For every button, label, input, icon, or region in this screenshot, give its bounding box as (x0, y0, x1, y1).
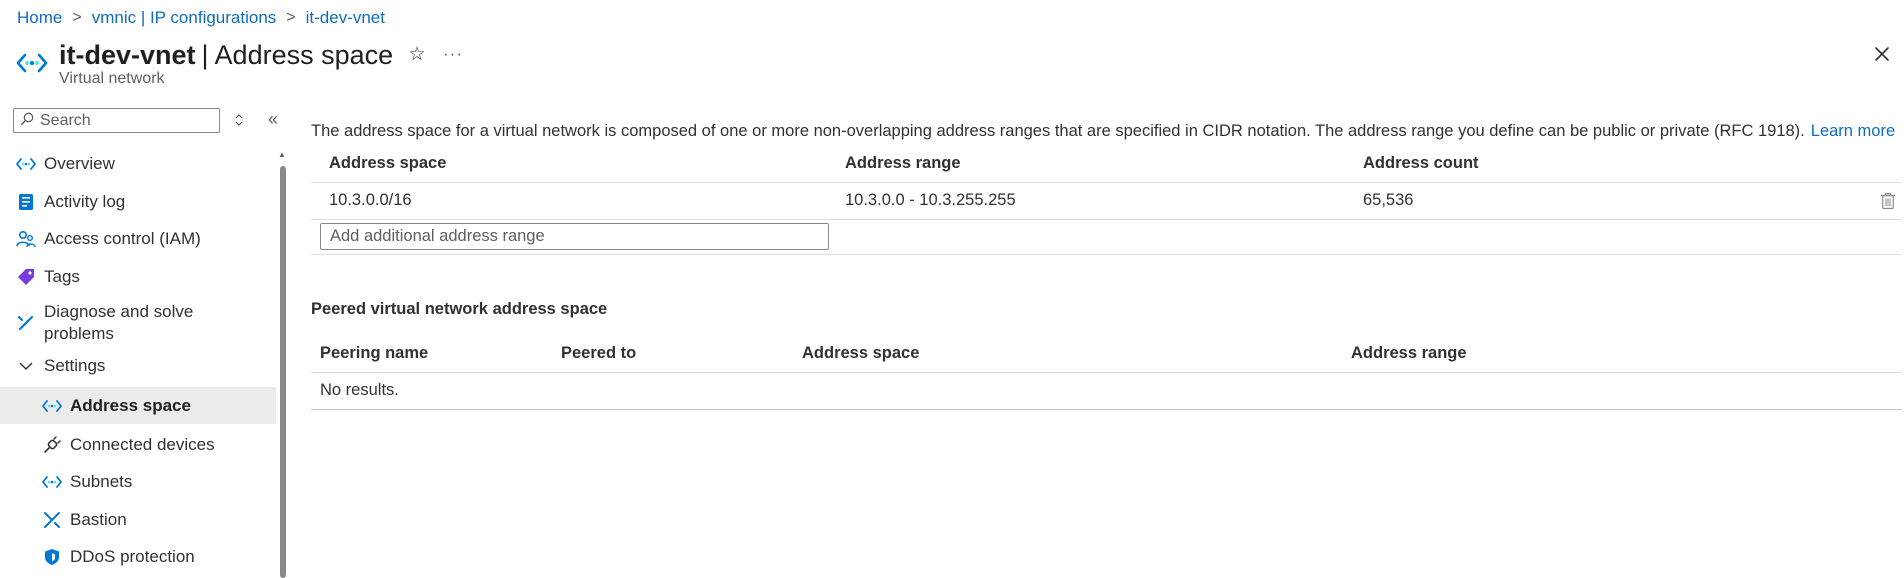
cell-address-range: 10.3.0.0 - 10.3.255.255 (845, 191, 1016, 209)
search-icon (20, 111, 34, 131)
people-icon (16, 229, 36, 249)
resource-name: it-dev-vnet (59, 40, 196, 70)
sidebar-item-address-space[interactable]: Address space (0, 387, 276, 424)
sidebar-item-overview[interactable]: Overview (0, 150, 276, 178)
sidebar-item-label: DDoS protection (70, 547, 195, 566)
breadcrumb: Home > vmnic | IP configurations > it-de… (17, 7, 385, 29)
table-row: 10.3.0.0/16 10.3.0.0 - 10.3.255.255 65,5… (311, 183, 1902, 220)
sidebar-item-tags[interactable]: Tags (0, 262, 276, 292)
sidebar-item-subnets[interactable]: Subnets (0, 467, 276, 497)
sidebar-item-label: Tags (44, 267, 80, 286)
description-text: The address space for a virtual network … (311, 122, 1805, 140)
add-address-range-row (311, 220, 1902, 255)
tag-icon (16, 267, 36, 287)
breadcrumb-vmnic-ip-configurations[interactable]: vmnic | IP configurations (92, 8, 277, 28)
search-input[interactable] (40, 111, 215, 130)
sidebar-item-label: Overview (44, 154, 115, 173)
chevron-down-icon (16, 356, 36, 376)
table-row: No results. (311, 373, 1902, 410)
breadcrumb-home[interactable]: Home (17, 8, 62, 28)
scroll-up-arrow-icon[interactable]: ▲ (277, 150, 287, 159)
resource-type-subtitle: Virtual network (59, 70, 165, 87)
wrench-icon (16, 313, 36, 333)
sidebar-item-label: Settings (44, 356, 106, 375)
sidebar-item-label: Activity log (44, 192, 126, 211)
plug-icon (42, 435, 62, 455)
breadcrumb-separator-icon: > (72, 9, 82, 26)
column-header-peered-to: Peered to (561, 344, 637, 362)
delete-trash-icon[interactable] (1878, 190, 1898, 212)
cell-address-count: 65,536 (1363, 191, 1414, 209)
sidebar-item-activity-log[interactable]: Activity log (0, 187, 276, 217)
close-icon[interactable] (1870, 42, 1894, 66)
sidebar-item-label: Subnets (70, 472, 133, 491)
column-header-address-range: Address range (1351, 344, 1467, 362)
sidebar-item-diagnose-and-solve-problems[interactable]: Diagnose and solve problems (0, 300, 276, 346)
breadcrumb-it-dev-vnet[interactable]: it-dev-vnet (306, 8, 385, 28)
column-header-address-space: Address space (329, 154, 447, 172)
blade-name: Address space (214, 40, 394, 70)
sidebar-item-access-control[interactable]: Access control (IAM) (0, 224, 276, 254)
cell-address-space: 10.3.0.0/16 (329, 191, 412, 209)
column-header-address-space: Address space (802, 344, 920, 362)
favorite-star-icon[interactable]: ☆ (405, 42, 429, 66)
virtual-network-icon (16, 50, 48, 76)
activity-log-icon (16, 192, 36, 212)
sidebar-item-ddos-protection[interactable]: DDoS protection (0, 542, 276, 572)
sidebar-search-box[interactable] (13, 108, 220, 133)
column-header-address-range: Address range (845, 154, 961, 172)
column-header-peering-name: Peering name (320, 344, 429, 362)
title-separator: | (201, 40, 209, 70)
sidebar-item-label: Bastion (70, 510, 127, 529)
vnet-icon (42, 396, 62, 416)
vnet-icon (16, 154, 36, 174)
address-space-description: The address space for a virtual network … (311, 122, 1895, 141)
page-title: it-dev-vnet | Address space (59, 38, 393, 72)
breadcrumb-separator-icon: > (286, 9, 296, 26)
sidebar-item-label: Access control (IAM) (44, 229, 201, 248)
sidebar-group-settings[interactable]: Settings (0, 351, 276, 381)
column-header-address-count: Address count (1363, 154, 1479, 172)
shield-icon (42, 547, 62, 567)
sidebar-item-connected-devices[interactable]: Connected devices (0, 430, 276, 460)
sidebar-item-label: Diagnose and solve (44, 302, 194, 321)
sidebar-item-label-line2: problems (44, 324, 114, 343)
collapse-sidebar-icon[interactable]: « (263, 108, 283, 130)
expand-collapse-all-icon[interactable] (230, 110, 248, 130)
bastion-icon (42, 510, 62, 530)
sidebar-item-label: Connected devices (70, 435, 215, 454)
peered-table-header: Peering name Peered to Address space Add… (311, 338, 1902, 373)
vnet-icon (42, 472, 62, 492)
add-address-range-input[interactable] (320, 223, 829, 250)
sidebar-item-bastion[interactable]: Bastion (0, 505, 276, 535)
address-table-header: Address space Address range Address coun… (311, 148, 1902, 183)
sidebar-scrollbar-thumb[interactable] (280, 166, 286, 578)
peered-section-title: Peered virtual network address space (311, 300, 608, 318)
learn-more-link[interactable]: Learn more (1811, 122, 1895, 140)
more-options-icon[interactable]: ··· (441, 42, 465, 66)
sidebar-item-label: Address space (70, 395, 191, 415)
no-results-text: No results. (320, 381, 399, 399)
